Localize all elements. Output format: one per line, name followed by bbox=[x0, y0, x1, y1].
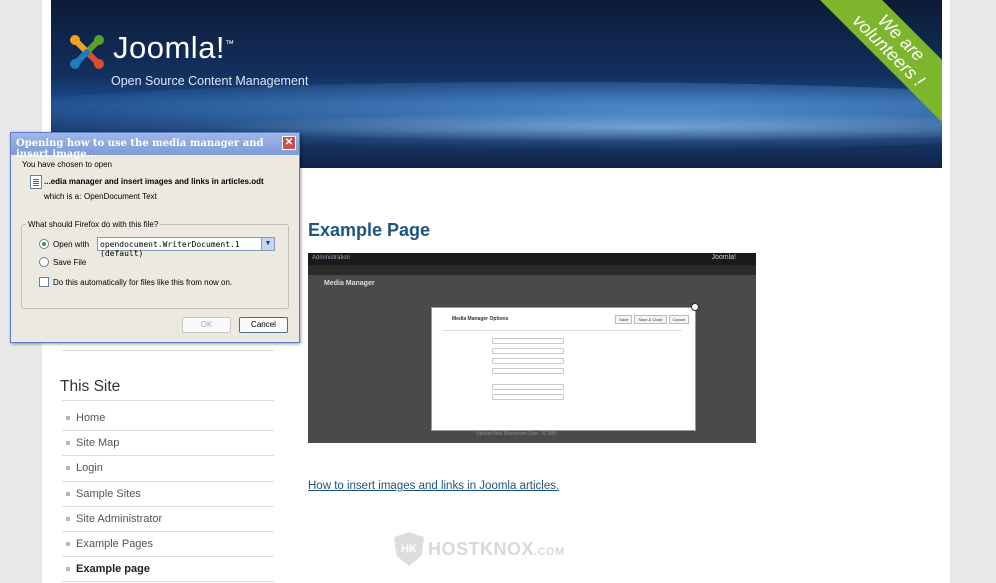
sidebar-item-label: Example Pages bbox=[76, 538, 154, 551]
bullet-icon bbox=[66, 542, 70, 547]
document-icon bbox=[30, 175, 42, 189]
open-with-value: opendocument.WriterDocument.1 (default) bbox=[100, 240, 240, 258]
action-question: What should Firefox do with this file? bbox=[26, 220, 161, 229]
sidebar-item-label: Site Map bbox=[76, 437, 120, 450]
watermark-suffix: .COM bbox=[534, 545, 565, 558]
joomla-logo-icon[interactable] bbox=[67, 32, 107, 72]
hostknox-watermark: HK HOSTKNOX.COM bbox=[394, 532, 565, 566]
ribbon-text: We are volunteers ! bbox=[848, 10, 929, 91]
logo-wordmark: Joomla! bbox=[113, 30, 226, 65]
screenshot-cancel-button: Cancel bbox=[668, 315, 689, 324]
sidebar-item-label: Home bbox=[76, 412, 106, 425]
chosen-label: You have chosen to open bbox=[22, 160, 113, 169]
screenshot-admin-title: Administration bbox=[312, 255, 351, 261]
close-icon[interactable]: ✕ bbox=[282, 136, 296, 150]
download-dialog: Opening how to use the media manager and… bbox=[10, 132, 300, 343]
screenshot-field bbox=[492, 338, 564, 344]
screenshot-field bbox=[492, 394, 564, 400]
save-file-label[interactable]: Save File bbox=[53, 258, 86, 267]
article-link[interactable]: How to insert images and links in Joomla… bbox=[308, 480, 559, 492]
bullet-icon bbox=[66, 491, 70, 496]
screenshot-footer: Upload files (Maximum Size: 10 MB) bbox=[476, 431, 557, 437]
watermark-name: HOSTKNOX bbox=[428, 538, 535, 559]
open-with-select[interactable]: opendocument.WriterDocument.1 (default) … bbox=[97, 237, 275, 258]
sidebar-title: This Site bbox=[60, 378, 121, 395]
screenshot-logo: Joomla! bbox=[711, 254, 736, 261]
file-type: OpenDocument Text bbox=[84, 192, 157, 201]
screenshot-save-button: Save bbox=[615, 315, 633, 324]
sidebar-item-site-administrator[interactable]: Site Administrator bbox=[62, 507, 274, 532]
bullet-icon bbox=[66, 466, 70, 471]
save-file-radio[interactable] bbox=[39, 257, 49, 267]
sidebar-item-login[interactable]: Login bbox=[62, 456, 274, 482]
screenshot-save-close-button: Save & Close bbox=[634, 315, 667, 324]
open-with-label[interactable]: Open with bbox=[53, 240, 89, 249]
sidebar-item-example-page[interactable]: Example page bbox=[62, 557, 274, 583]
which-is-label: which is a: bbox=[44, 192, 82, 201]
screenshot-admin-bar bbox=[308, 253, 756, 265]
auto-checkbox[interactable] bbox=[39, 277, 49, 287]
screenshot-field bbox=[492, 348, 564, 354]
chevron-down-icon[interactable]: ▼ bbox=[261, 238, 274, 250]
shield-icon: HK bbox=[394, 532, 424, 566]
screenshot-menu-bar bbox=[308, 265, 756, 275]
sidebar-title-underline bbox=[62, 400, 274, 401]
auto-label[interactable]: Do this automatically for files like thi… bbox=[53, 278, 232, 287]
screenshot-modal: Media Manager Options Save Save & Close … bbox=[431, 307, 696, 431]
screenshot-field bbox=[492, 384, 564, 390]
article-screenshot: Administration Joomla! Media Manager Med… bbox=[308, 253, 756, 443]
sidebar-item-label: Sample Sites bbox=[76, 487, 141, 500]
screenshot-field bbox=[492, 368, 564, 374]
sidebar-menu: Home Site Map Login Sample Sites Site Ad… bbox=[62, 406, 274, 583]
sidebar-item-home[interactable]: Home bbox=[62, 406, 274, 432]
screenshot-modal-buttons: Save Save & Close Cancel bbox=[615, 315, 689, 324]
ok-button[interactable]: OK bbox=[182, 317, 231, 333]
sidebar-item-sample-sites[interactable]: Sample Sites bbox=[62, 482, 274, 507]
screenshot-modal-divider bbox=[442, 330, 682, 331]
screenshot-heading: Media Manager bbox=[324, 280, 375, 287]
sidebar-item-label: Example page bbox=[76, 563, 150, 576]
file-name: ...edia manager and insert images and li… bbox=[44, 177, 264, 186]
bullet-icon bbox=[66, 567, 70, 572]
sidebar-item-example-pages[interactable]: Example Pages bbox=[62, 532, 274, 558]
sidebar-item-label: Site Administrator bbox=[76, 512, 163, 525]
page-title: Example Page bbox=[308, 220, 431, 240]
bullet-icon bbox=[66, 416, 70, 421]
screenshot-field bbox=[492, 358, 564, 364]
dialog-title: Opening how to use the media manager and… bbox=[16, 138, 264, 160]
sidebar-item-site-map[interactable]: Site Map bbox=[62, 431, 274, 457]
screenshot-modal-title: Media Manager Options bbox=[452, 316, 509, 322]
open-with-radio[interactable] bbox=[39, 239, 49, 249]
sidebar-item-label: Login bbox=[76, 462, 103, 475]
dialog-titlebar[interactable]: Opening how to use the media manager and… bbox=[11, 133, 299, 160]
logo-trademark: ™ bbox=[225, 38, 235, 49]
bullet-icon bbox=[66, 441, 70, 446]
site-tagline: Open Source Content Management bbox=[111, 74, 309, 88]
site-logo-text[interactable]: Joomla!™ bbox=[113, 30, 235, 66]
watermark-text: HOSTKNOX.COM bbox=[428, 539, 565, 560]
cancel-button[interactable]: Cancel bbox=[239, 317, 288, 333]
bullet-icon bbox=[66, 516, 70, 521]
screenshot-modal-close-icon bbox=[691, 303, 699, 311]
sidebar-divider bbox=[62, 350, 274, 351]
